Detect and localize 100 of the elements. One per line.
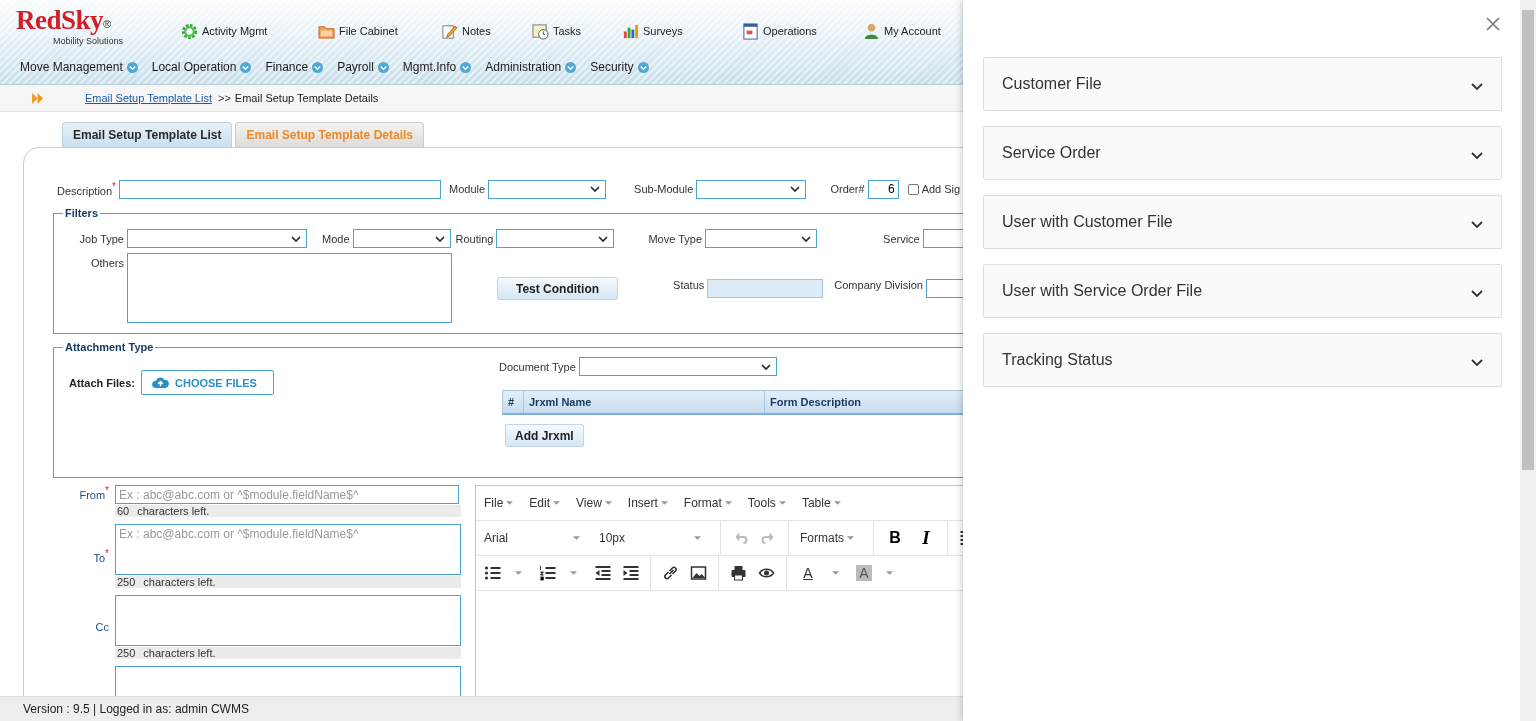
bold-button[interactable]: B bbox=[885, 529, 905, 547]
email-field[interactable] bbox=[115, 595, 461, 646]
field-label: Module bbox=[449, 183, 486, 195]
quick-link[interactable]: Notes bbox=[441, 20, 532, 42]
section-title: Filters bbox=[64, 207, 99, 219]
quick-link[interactable]: Tasks bbox=[532, 20, 622, 42]
email-field[interactable]: Ex : abc@abc.com or ^$module.fieldName$^ bbox=[115, 524, 461, 575]
character-counter: 250 characters left. bbox=[115, 647, 461, 659]
caret-icon bbox=[604, 501, 612, 505]
character-counter: 60 characters left. bbox=[115, 505, 461, 517]
caret-icon bbox=[847, 536, 854, 540]
caret-icon bbox=[553, 501, 561, 505]
menu-item[interactable]: Payroll bbox=[337, 60, 389, 74]
document-type-select[interactable] bbox=[578, 357, 777, 376]
email-field[interactable]: Ex : abc@abc.com or ^$module.fieldName$^ bbox=[115, 485, 459, 504]
menu-item[interactable]: Mgmt.Info bbox=[402, 60, 472, 74]
accordion-header[interactable]: User with Customer File bbox=[983, 195, 1502, 249]
description-field[interactable] bbox=[119, 179, 441, 199]
chevron-icon bbox=[790, 186, 801, 192]
numbered-list-icon[interactable] bbox=[539, 565, 556, 581]
menu-item[interactable]: Move Management bbox=[20, 60, 138, 74]
module-select[interactable] bbox=[488, 179, 607, 199]
move-type-select[interactable] bbox=[705, 229, 818, 248]
section-title: Attachment Type bbox=[64, 341, 155, 353]
chevron-icon bbox=[801, 235, 812, 242]
font-size-select[interactable]: 10px bbox=[599, 531, 709, 545]
caret-icon bbox=[515, 571, 522, 575]
editor-menu[interactable]: Tools bbox=[747, 496, 786, 510]
choose-files-button[interactable]: CHOOSE FILES bbox=[141, 370, 274, 395]
caret-icon bbox=[506, 501, 514, 505]
order-field[interactable]: 6 bbox=[867, 179, 899, 199]
tab[interactable]: Email Setup Template List bbox=[62, 122, 233, 147]
notepad-pencil-icon bbox=[441, 22, 458, 40]
chevron-icon bbox=[760, 363, 771, 370]
chevron-icon bbox=[590, 186, 601, 192]
accordion-header[interactable]: User with Service Order File bbox=[983, 264, 1502, 318]
background-color-button[interactable]: A bbox=[856, 565, 872, 581]
menu-item[interactable]: Security bbox=[590, 60, 649, 74]
scrollbar[interactable] bbox=[1520, 0, 1536, 721]
editor-menu[interactable]: Insert bbox=[627, 496, 668, 510]
editor-menu[interactable]: File bbox=[484, 496, 514, 510]
field-label: Sub-Module bbox=[634, 183, 694, 195]
bar-chart-icon bbox=[622, 22, 639, 40]
indent-icon[interactable] bbox=[622, 565, 639, 581]
chevron-icon bbox=[434, 235, 445, 242]
breadcrumb-current: Email Setup Template Details bbox=[234, 92, 379, 104]
caret-icon bbox=[778, 501, 786, 505]
link-icon[interactable] bbox=[662, 565, 679, 581]
caret-icon bbox=[573, 536, 580, 540]
scrollbar-thumb[interactable] bbox=[1522, 10, 1534, 470]
add-jrxml-button[interactable]: Add Jrxml bbox=[505, 424, 584, 447]
print-icon[interactable] bbox=[730, 565, 747, 581]
font-family-select[interactable]: Arial bbox=[484, 531, 588, 545]
character-counter: 250 characters left. bbox=[115, 576, 461, 588]
menu-item[interactable]: Administration bbox=[485, 60, 577, 74]
caret-icon bbox=[660, 501, 668, 505]
editor-menu[interactable]: View bbox=[576, 496, 612, 510]
test-condition-button[interactable]: Test Condition bbox=[497, 277, 619, 300]
quick-link[interactable]: Activity Mgmt bbox=[181, 20, 318, 42]
formats-select[interactable]: Formats bbox=[800, 531, 862, 545]
quick-link[interactable]: Surveys bbox=[622, 20, 742, 42]
field-label: Service bbox=[883, 232, 920, 245]
caret-icon bbox=[886, 571, 893, 575]
field-label: Order# bbox=[830, 183, 865, 195]
text-color-button[interactable]: A bbox=[798, 565, 818, 581]
chevron-icon bbox=[291, 235, 301, 242]
italic-button[interactable]: I bbox=[916, 527, 936, 549]
field-label: Others bbox=[90, 257, 124, 269]
field-label: Document Type bbox=[499, 360, 576, 373]
quick-link[interactable]: My Account bbox=[863, 20, 963, 42]
editor-menu[interactable]: Format bbox=[683, 496, 732, 510]
close-icon[interactable] bbox=[1486, 17, 1500, 31]
caret-icon bbox=[570, 571, 577, 575]
breadcrumb-link[interactable]: Email Setup Template List bbox=[85, 92, 212, 104]
quick-link[interactable]: Operations bbox=[742, 20, 863, 42]
checkbox[interactable] bbox=[907, 183, 919, 195]
field-label: Attach Files: bbox=[69, 376, 135, 389]
field-label: Job Type bbox=[78, 232, 124, 245]
outdent-icon[interactable] bbox=[594, 565, 611, 581]
sub-module-select[interactable] bbox=[696, 179, 807, 199]
bullet-list-icon[interactable] bbox=[484, 565, 501, 581]
job-type-select[interactable] bbox=[127, 229, 307, 248]
caret-icon bbox=[832, 571, 839, 575]
routing-select[interactable] bbox=[496, 229, 615, 248]
editor-menu[interactable]: Edit bbox=[529, 496, 561, 510]
others-field[interactable] bbox=[127, 253, 452, 323]
accordion-header[interactable]: Service Order bbox=[983, 126, 1502, 180]
field-label: Move Type bbox=[648, 232, 703, 245]
quick-link[interactable]: File Cabinet bbox=[318, 20, 441, 42]
field-label: Company Division bbox=[834, 279, 923, 291]
image-icon[interactable] bbox=[690, 565, 707, 581]
menu-item[interactable]: Finance bbox=[265, 60, 324, 74]
logo-tagline: Mobility Solutions bbox=[53, 36, 125, 46]
column-header: # bbox=[503, 391, 524, 413]
status-field[interactable] bbox=[707, 279, 824, 298]
menu-item[interactable]: Local Operation bbox=[151, 60, 252, 74]
accordion-header[interactable]: Tracking Status bbox=[983, 333, 1502, 387]
editor-menu[interactable]: Table bbox=[801, 496, 841, 510]
accordion-header[interactable]: Customer File bbox=[983, 57, 1502, 111]
mode-select[interactable] bbox=[352, 229, 451, 248]
